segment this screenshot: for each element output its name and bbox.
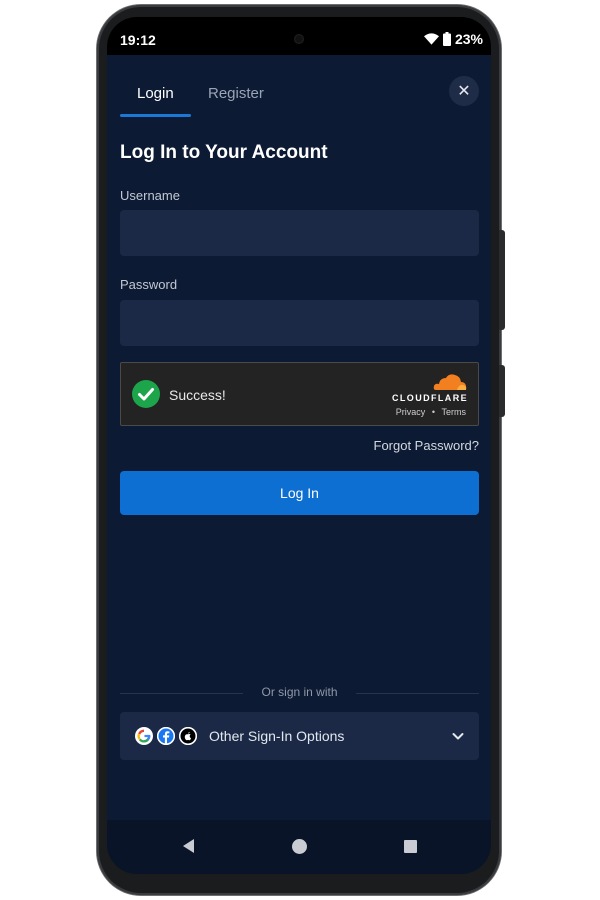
battery-percent: 23%	[454, 31, 483, 47]
tab-login[interactable]: Login	[137, 85, 174, 102]
password-input[interactable]	[120, 300, 479, 346]
other-signin-dropdown[interactable]: Other Sign-In Options	[120, 712, 479, 760]
divider-text: Or sign in with	[261, 685, 338, 699]
facebook-icon	[157, 727, 175, 745]
auth-tabs: Login Register	[107, 55, 491, 117]
page-title: Log In to Your Account	[120, 142, 328, 163]
battery-icon	[442, 32, 451, 46]
app-screen: 19:12 23% Login Register ✕ Log In to You…	[107, 17, 491, 874]
apple-icon	[179, 727, 197, 745]
success-check-icon	[132, 380, 160, 408]
recents-icon[interactable]	[404, 840, 417, 853]
alt-signin-divider: Or sign in with	[120, 684, 479, 702]
home-icon[interactable]	[292, 839, 307, 854]
chevron-down-icon	[452, 733, 464, 740]
cloudflare-wordmark: CLOUDFLARE	[392, 393, 468, 403]
power-button	[499, 365, 505, 417]
volume-button	[499, 230, 505, 330]
status-icons: 23%	[423, 31, 483, 47]
cloud-icon	[433, 374, 467, 390]
login-button[interactable]: Log In	[120, 471, 479, 515]
back-icon[interactable]	[183, 839, 194, 853]
terms-link[interactable]: Terms	[442, 407, 467, 417]
status-bar: 19:12 23%	[107, 17, 491, 55]
other-signin-label: Other Sign-In Options	[209, 728, 345, 744]
active-tab-indicator	[120, 114, 191, 117]
username-label: Username	[120, 188, 180, 203]
status-time: 19:12	[120, 32, 156, 48]
cloudflare-captcha: Success! CLOUDFLARE Privacy • Terms	[120, 362, 479, 426]
forgot-password-link[interactable]: Forgot Password?	[374, 438, 480, 453]
captcha-status: Success!	[169, 387, 226, 403]
system-nav-bar	[107, 820, 491, 874]
wifi-icon	[423, 33, 439, 45]
front-camera	[294, 34, 304, 44]
privacy-link[interactable]: Privacy	[396, 407, 426, 417]
cloudflare-logo: CLOUDFLARE Privacy • Terms	[378, 373, 468, 421]
username-input[interactable]	[120, 210, 479, 256]
close-icon: ✕	[457, 83, 471, 100]
tab-register[interactable]: Register	[208, 85, 264, 102]
close-button[interactable]: ✕	[449, 76, 479, 106]
google-icon	[135, 727, 153, 745]
captcha-links: Privacy • Terms	[394, 407, 468, 417]
link-separator: •	[431, 407, 435, 417]
password-label: Password	[120, 277, 178, 292]
